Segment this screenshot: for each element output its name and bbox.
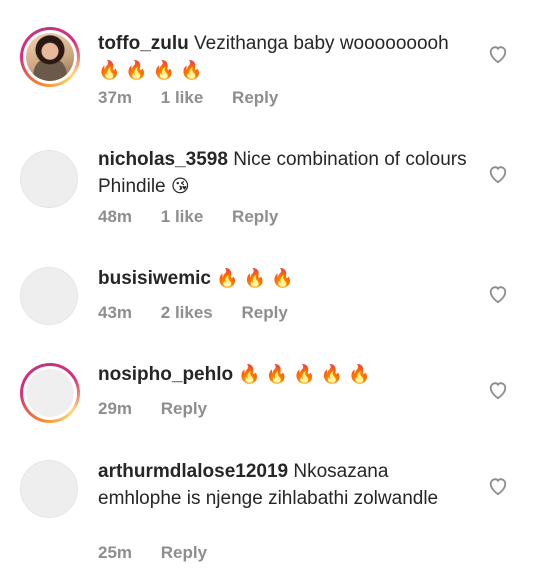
avatar (20, 267, 78, 325)
heart-outline-icon[interactable] (487, 476, 509, 496)
reply-button[interactable]: Reply (242, 303, 288, 323)
avatar (26, 33, 74, 81)
heart-outline-icon[interactable] (487, 164, 509, 184)
heart-outline-icon[interactable] (487, 284, 509, 304)
avatar-wrap[interactable] (20, 150, 78, 208)
comment-likes[interactable]: 2 likes (161, 303, 213, 323)
comment-username[interactable]: nicholas_3598 (98, 149, 228, 170)
comment-likes[interactable]: 1 like (161, 207, 204, 227)
avatar-wrap[interactable] (20, 460, 78, 518)
reply-button[interactable]: Reply (161, 543, 207, 563)
avatar (20, 460, 78, 518)
comment-likes[interactable]: 1 like (161, 88, 204, 108)
comment-time: 37m (98, 88, 133, 107)
reply-button[interactable]: Reply (232, 207, 278, 227)
comment-username[interactable]: nosipho_pehlo (98, 364, 233, 385)
comment-emoji: 😘 (170, 176, 190, 196)
comment-time: 25m (98, 543, 133, 562)
comment-username[interactable]: arthurmdlalose12019 (98, 461, 288, 482)
heart-outline-icon[interactable] (487, 44, 509, 64)
comment-time: 43m (98, 303, 133, 322)
reply-button[interactable]: Reply (232, 88, 278, 108)
comment-username[interactable]: busisiwemic (98, 268, 211, 289)
reply-button[interactable]: Reply (161, 399, 207, 419)
avatar-story-ring[interactable] (20, 363, 80, 423)
comment-time: 48m (98, 207, 133, 226)
comment-emoji: 🔥 🔥 🔥 🔥 🔥 (238, 364, 371, 384)
comment-emoji: 🔥 🔥 🔥 (216, 268, 294, 288)
comment-time: 29m (98, 399, 133, 418)
avatar-wrap[interactable] (20, 267, 78, 325)
comment-emoji: 🔥 🔥 🔥 🔥 (98, 60, 203, 80)
avatar-story-ring[interactable] (20, 27, 80, 87)
avatar (26, 369, 74, 417)
comment-text: Vezithanga baby wooooooooh (194, 33, 449, 54)
avatar (20, 150, 78, 208)
heart-outline-icon[interactable] (487, 380, 509, 400)
comment-username[interactable]: toffo_zulu (98, 33, 189, 54)
